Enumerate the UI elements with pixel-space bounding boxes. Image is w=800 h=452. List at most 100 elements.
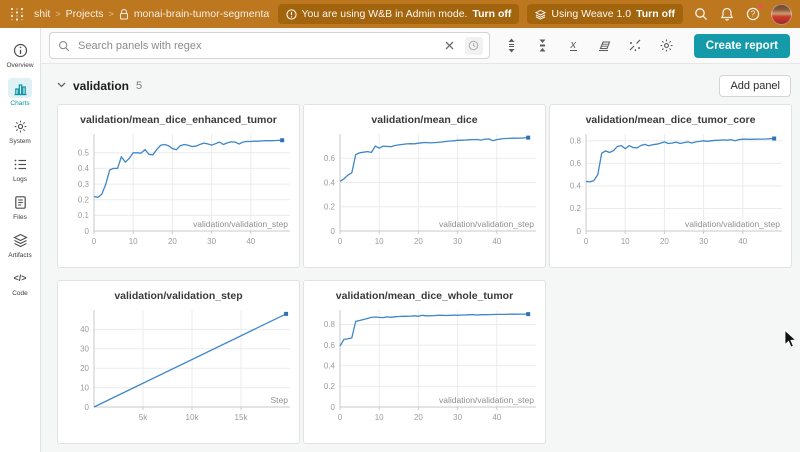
svg-text:0.8: 0.8: [324, 320, 336, 329]
gear-icon: [8, 116, 32, 136]
svg-text:30: 30: [699, 237, 708, 246]
chevron-down-icon[interactable]: [57, 80, 66, 90]
alert-circle-icon: [286, 9, 297, 20]
panel-tools: x: [503, 37, 675, 54]
admin-mode-banner[interactable]: You are using W&B in Admin mode. Turn of…: [278, 4, 520, 24]
panel-layout-icon[interactable]: [596, 37, 613, 54]
chart-title: validation/mean_dice_enhanced_tumor: [58, 105, 299, 126]
sidebar-item-charts[interactable]: Charts: [0, 78, 40, 107]
sidebar-item-artifacts[interactable]: Artifacts: [0, 230, 40, 259]
svg-text:0.6: 0.6: [324, 154, 336, 163]
svg-text:0.8: 0.8: [570, 137, 582, 146]
chart-title: validation/mean_dice: [304, 105, 545, 126]
svg-text:0: 0: [338, 413, 343, 422]
weave-turn-off-button[interactable]: Turn off: [636, 8, 675, 20]
sparkline-magic-icon[interactable]: [627, 37, 644, 54]
bar-chart-icon: [8, 78, 32, 98]
search-icon[interactable]: [693, 6, 709, 22]
svg-text:0.4: 0.4: [570, 182, 582, 191]
collapse-panels-icon[interactable]: [534, 37, 551, 54]
sidebar-item-logs[interactable]: Logs: [0, 154, 40, 183]
x-axis-settings-icon[interactable]: x: [565, 37, 582, 54]
panels-toolbar: x Create report: [41, 28, 800, 64]
line-chart-plot[interactable]: 0102030405k10k15kStep: [58, 303, 299, 431]
list-icon: [8, 154, 32, 174]
info-circle-icon: [8, 40, 32, 60]
chart-panel[interactable]: validation/mean_dice_tumor_core 00.20.40…: [549, 104, 792, 268]
svg-text:30: 30: [453, 413, 462, 422]
wandb-run-workspace: shit > Projects > monai-brain-tumor-segm…: [0, 0, 800, 452]
svg-text:40: 40: [492, 413, 501, 422]
svg-text:0.4: 0.4: [78, 164, 90, 173]
sidebar-item-code[interactable]: </> Code: [0, 268, 40, 297]
expand-panels-icon[interactable]: [503, 37, 520, 54]
svg-text:10: 10: [375, 237, 384, 246]
sidebar-item-system[interactable]: System: [0, 116, 40, 145]
sidebar-item-files[interactable]: Files: [0, 192, 40, 221]
svg-text:20: 20: [168, 237, 177, 246]
run-sidebar: Overview Charts System Logs: [0, 28, 41, 452]
panels-content: validation 5 Add panel validation/mean_d…: [41, 64, 800, 452]
svg-text:0: 0: [331, 403, 336, 412]
chart-panel[interactable]: validation/mean_dice_enhanced_tumor 0 0.1…: [57, 104, 300, 268]
panel-grid: validation/mean_dice_enhanced_tumor 0 0.1…: [57, 104, 791, 444]
breadcrumb-projects[interactable]: Projects: [66, 8, 104, 20]
lock-icon: [119, 9, 129, 20]
svg-text:0.2: 0.2: [78, 196, 90, 205]
chart-panel[interactable]: validation/validation_step 0102030405k10…: [57, 280, 300, 444]
svg-text:0: 0: [584, 237, 589, 246]
svg-text:0: 0: [338, 237, 343, 246]
svg-text:10: 10: [80, 383, 89, 392]
breadcrumb-user[interactable]: shit: [34, 8, 50, 20]
sidebar-item-label: Files: [13, 214, 27, 221]
weave-banner[interactable]: Using Weave 1.0 Turn off: [527, 4, 683, 24]
chart-title: validation/mean_dice_whole_tumor: [304, 281, 545, 302]
svg-text:0.2: 0.2: [324, 203, 336, 212]
workspace-settings-gear-icon[interactable]: [658, 37, 675, 54]
create-report-button[interactable]: Create report: [694, 34, 790, 58]
svg-text:40: 40: [492, 237, 501, 246]
clear-search-icon[interactable]: [441, 37, 459, 55]
svg-text:40: 40: [738, 237, 747, 246]
weave-banner-text: Using Weave 1.0: [551, 8, 631, 20]
svg-text:0: 0: [92, 237, 97, 246]
line-chart-plot[interactable]: 00.10.20.30.40.5010203040validation/vali…: [58, 127, 299, 255]
svg-text:0.4: 0.4: [324, 362, 336, 371]
svg-text:0: 0: [85, 403, 90, 412]
section-title[interactable]: validation: [73, 79, 129, 93]
sidebar-item-label: Overview: [6, 62, 33, 69]
chart-panel[interactable]: validation/mean_dice_whole_tumor 00.20.4…: [303, 280, 546, 444]
search-history-icon[interactable]: [465, 37, 483, 55]
svg-text:0.2: 0.2: [570, 204, 582, 213]
notification-dot: [758, 4, 763, 9]
line-chart-plot[interactable]: 00.20.40.60.8010203040validation/validat…: [304, 303, 545, 431]
search-input[interactable]: [76, 39, 435, 53]
svg-text:20: 20: [80, 364, 89, 373]
user-avatar[interactable]: [771, 4, 792, 25]
chart-panel[interactable]: validation/mean_dice 00.20.40.6010203040…: [303, 104, 546, 268]
navbar-actions: ?: [693, 4, 792, 25]
svg-text:validation/validation_step: validation/validation_step: [685, 219, 780, 229]
sidebar-item-label: Logs: [13, 176, 27, 183]
admin-turn-off-button[interactable]: Turn off: [472, 8, 511, 20]
sidebar-item-overview[interactable]: Overview: [0, 40, 40, 69]
weave-layers-icon: [535, 9, 546, 20]
line-chart-plot[interactable]: 00.20.40.6010203040validation/validation…: [304, 127, 545, 255]
breadcrumb-separator: >: [109, 9, 114, 19]
breadcrumb-project[interactable]: monai-brain-tumor-segmentation: [134, 8, 270, 20]
sidebar-item-label: Code: [12, 290, 28, 297]
notifications-bell-icon[interactable]: [719, 6, 735, 22]
section-header-validation: validation 5 Add panel: [57, 74, 791, 98]
code-icon: </>: [8, 268, 32, 288]
svg-text:30: 30: [453, 237, 462, 246]
svg-text:0.3: 0.3: [78, 180, 90, 189]
add-panel-button[interactable]: Add panel: [719, 75, 791, 97]
sidebar-item-label: Charts: [10, 100, 29, 107]
line-chart-plot[interactable]: 00.20.40.60.8010203040validation/validat…: [550, 127, 791, 255]
svg-text:validation/validation_step: validation/validation_step: [439, 395, 534, 405]
svg-text:0.4: 0.4: [324, 178, 336, 187]
layers-icon: [8, 230, 32, 250]
svg-text:0.1: 0.1: [78, 211, 90, 220]
help-icon[interactable]: ?: [745, 6, 761, 22]
wandb-logo-icon[interactable]: [8, 6, 26, 22]
